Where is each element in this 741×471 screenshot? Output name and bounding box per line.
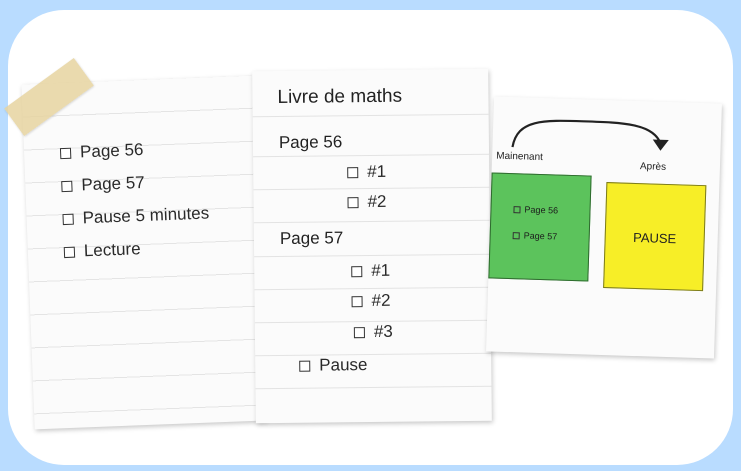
pause-text: PAUSE	[632, 229, 677, 247]
checklist-item-label: Pause	[319, 355, 368, 375]
checkbox-icon[interactable]	[353, 326, 365, 338]
checkbox-icon[interactable]	[512, 231, 520, 239]
rule-line	[253, 153, 490, 158]
checklist-item[interactable]: Page 57	[61, 173, 145, 196]
checkbox-icon[interactable]	[351, 265, 363, 277]
checkbox-icon[interactable]	[347, 166, 359, 178]
rule-line	[255, 385, 492, 390]
checkbox-icon[interactable]	[61, 180, 73, 192]
checklist-item-label: #1	[371, 260, 391, 281]
checklist-item-label: #1	[367, 161, 387, 182]
checklist-item-label: #2	[371, 290, 391, 311]
checklist-item[interactable]: #2	[347, 191, 387, 212]
checklist-item[interactable]: #1	[351, 261, 390, 281]
checklist-item[interactable]: Pause	[299, 355, 368, 376]
rule-line	[254, 286, 491, 291]
section-heading: Page 57	[279, 228, 344, 248]
checklist-item[interactable]: Page 56	[59, 139, 144, 163]
now-after-sheet: Mainenant Après Page 56 Page 57 PAUSE	[486, 96, 722, 359]
rule-line	[253, 219, 490, 224]
checklist-item-label: #2	[367, 191, 387, 212]
checkbox-icon[interactable]	[351, 295, 363, 307]
mini-item-label: Page 56	[524, 204, 559, 216]
checklist-item-label: Page 56	[79, 139, 144, 162]
rule-line	[255, 352, 492, 357]
checkbox-icon[interactable]	[62, 213, 74, 225]
now-label: Mainenant	[496, 150, 544, 164]
checklist-item-label: Pause 5 minutes	[82, 203, 210, 228]
rule-line	[254, 253, 491, 258]
checklist-item[interactable]: Pause 5 minutes	[62, 203, 210, 229]
mini-item-label: Page 57	[523, 230, 558, 242]
mini-checklist-item[interactable]: Page 57	[512, 230, 558, 242]
checklist-item-label: #3	[373, 321, 393, 341]
checkbox-icon[interactable]	[63, 246, 76, 258]
checkbox-icon[interactable]	[59, 147, 72, 159]
rule-line	[252, 113, 489, 118]
checklist-item[interactable]: #1	[347, 162, 386, 182]
now-box: Page 56 Page 57	[488, 172, 592, 282]
checklist-sheet: Page 56 Page 57 Pause 5 minutes Lecture	[21, 75, 267, 430]
checklist-item-label: Lecture	[83, 239, 141, 261]
sheet-title: Livre de maths	[277, 85, 403, 108]
checkbox-icon[interactable]	[513, 205, 521, 213]
math-book-sheet: Livre de maths Page 56 #1 #2 Page 57 #1 …	[252, 68, 492, 424]
curved-arrow-icon	[511, 119, 669, 151]
checklist-item[interactable]: #3	[353, 321, 393, 342]
checkbox-icon[interactable]	[347, 196, 359, 208]
mini-checklist-item[interactable]: Page 56	[513, 204, 559, 216]
after-box: PAUSE	[603, 182, 707, 292]
section-heading: Page 56	[278, 132, 343, 152]
checklist-item[interactable]: #2	[351, 290, 391, 311]
checklist-item-label: Page 57	[80, 172, 146, 195]
rule-line	[253, 186, 490, 191]
checkbox-icon[interactable]	[299, 360, 311, 372]
after-label: Après	[639, 161, 667, 173]
checklist-item[interactable]: Lecture	[63, 239, 141, 262]
